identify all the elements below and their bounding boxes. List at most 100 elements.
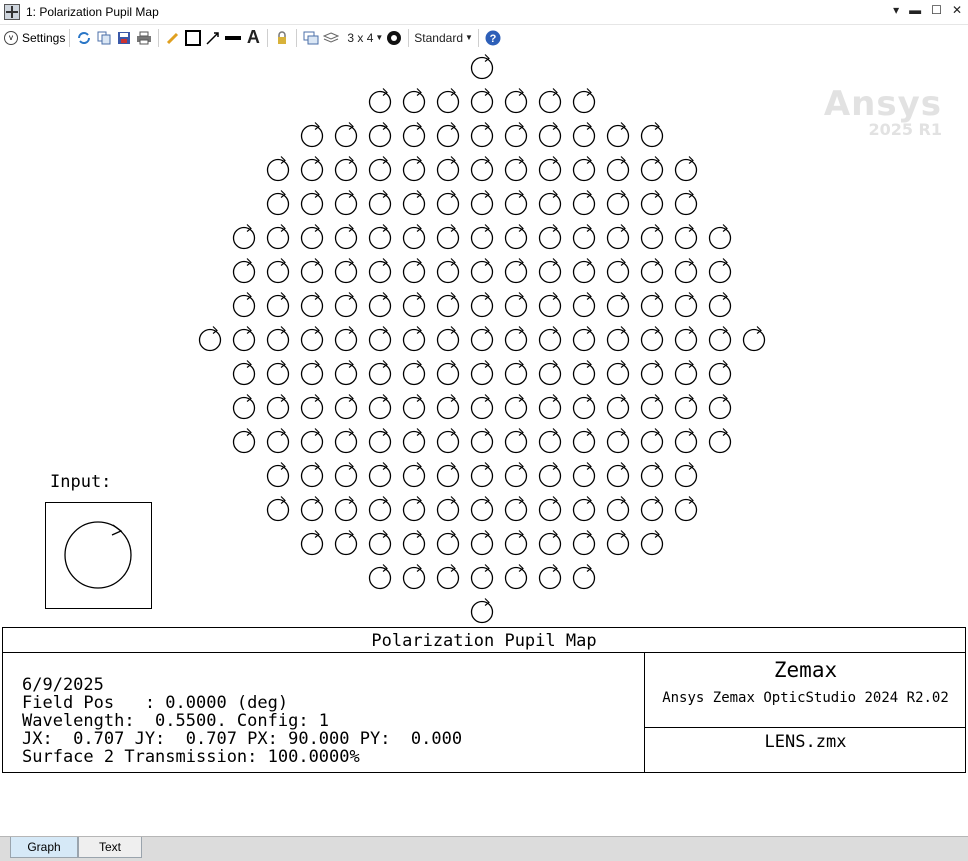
lock-icon[interactable] [273, 28, 291, 48]
polarization-ellipse [334, 258, 358, 284]
window-title: 1: Polarization Pupil Map [26, 5, 159, 19]
settings-button[interactable]: Settings [22, 31, 65, 45]
polarization-ellipse [402, 88, 426, 114]
polarization-ellipse [674, 360, 698, 386]
polarization-ellipse [572, 360, 596, 386]
polarization-ellipse [538, 88, 562, 114]
toolbar-separator [267, 28, 269, 47]
layout-label: 3 x 4 [347, 30, 374, 45]
help-icon[interactable]: ? [484, 28, 502, 48]
polarization-ellipse [572, 496, 596, 522]
polarization-ellipse [504, 360, 528, 386]
copy-icon[interactable] [95, 28, 113, 48]
polarization-ellipse [470, 394, 494, 420]
polarization-ellipse [708, 360, 732, 386]
polarization-ellipse [708, 224, 732, 250]
polarization-ellipse [674, 496, 698, 522]
layout-dropdown[interactable]: 3 x 4 ▼ [347, 28, 383, 48]
polarization-ellipse [300, 530, 324, 556]
rectangle-icon[interactable] [184, 28, 202, 48]
dropdown-icon: ▼ [465, 33, 473, 42]
save-icon[interactable] [115, 28, 133, 48]
polarization-ellipse [436, 530, 460, 556]
polarization-ellipse [470, 54, 494, 80]
polarization-ellipse [334, 292, 358, 318]
polarization-ellipse [266, 258, 290, 284]
info-panel: Polarization Pupil Map 6/9/2025 Field Pos… [2, 627, 966, 773]
polarization-ellipse [504, 258, 528, 284]
pencil-icon[interactable] [164, 28, 182, 48]
polarization-ellipse [640, 258, 664, 284]
polarization-ellipse [538, 326, 562, 352]
polarization-ellipse [504, 292, 528, 318]
polarization-ellipse [606, 428, 630, 454]
polarization-ellipse [470, 530, 494, 556]
refresh-icon[interactable] [75, 28, 93, 48]
polarization-ellipse [674, 326, 698, 352]
polarization-ellipse [504, 224, 528, 250]
polarization-ellipse [674, 258, 698, 284]
svg-text:?: ? [490, 33, 497, 45]
tab-graph[interactable]: Graph [10, 837, 78, 858]
arrow-icon[interactable] [204, 28, 222, 48]
transmission: Surface 2 Transmission: 100.0000% [22, 747, 360, 767]
mode-dropdown[interactable]: Standard ▼ [414, 28, 473, 48]
polarization-ellipse [538, 292, 562, 318]
polarization-ellipse [470, 598, 494, 624]
toolbar-separator [477, 28, 479, 47]
polarization-ellipse [436, 258, 460, 284]
polarization-ellipse [674, 156, 698, 182]
polarization-ellipse [606, 292, 630, 318]
polarization-ellipse [606, 496, 630, 522]
menu-dropdown-icon[interactable]: ▾ [893, 3, 899, 17]
polarization-ellipse [674, 428, 698, 454]
polarization-ellipse [436, 462, 460, 488]
window-icon [4, 4, 20, 20]
polarization-ellipse [470, 224, 494, 250]
polarization-ellipse [436, 394, 460, 420]
polarization-ellipse [300, 190, 324, 216]
polarization-ellipse [572, 156, 596, 182]
polarization-ellipse [266, 156, 290, 182]
polarization-ellipse [538, 496, 562, 522]
windows-icon[interactable] [302, 28, 320, 48]
layers-icon[interactable] [322, 28, 340, 48]
polarization-ellipse [402, 564, 426, 590]
polarization-ellipse [504, 88, 528, 114]
settings-chevron-icon[interactable]: v [4, 30, 18, 45]
input-label: Input: [50, 472, 112, 492]
polarization-ellipse [300, 224, 324, 250]
polarization-ellipse [368, 88, 392, 114]
polarization-ellipse [572, 122, 596, 148]
bottom-tab-bar: Graph Text [0, 836, 968, 861]
text-icon[interactable]: A [244, 27, 262, 48]
minimize-icon[interactable]: ▬ [909, 3, 921, 17]
polarization-ellipse [572, 462, 596, 488]
polarization-ellipse [436, 326, 460, 352]
polarization-ellipse [572, 88, 596, 114]
polarization-ellipse [470, 156, 494, 182]
polarization-ellipse [640, 360, 664, 386]
product-name: Ansys Zemax OpticStudio 2024 R2.02 [662, 690, 949, 706]
polarization-ellipse [538, 224, 562, 250]
print-icon[interactable] [135, 28, 153, 48]
polarization-ellipse [368, 326, 392, 352]
polarization-ellipse [708, 326, 732, 352]
maximize-icon[interactable]: ☐ [931, 3, 942, 17]
line-icon[interactable] [224, 28, 242, 48]
polarization-ellipse [232, 258, 256, 284]
close-icon[interactable]: ✕ [952, 3, 962, 17]
polarization-ellipse [504, 564, 528, 590]
wavelength: Wavelength: 0.5500. Config: 1 [22, 711, 330, 731]
polarization-ellipse [572, 326, 596, 352]
polarization-ellipse [266, 360, 290, 386]
polarization-ellipse [300, 258, 324, 284]
tab-text[interactable]: Text [78, 837, 142, 858]
polarization-ellipse [436, 564, 460, 590]
polarization-ellipse [674, 292, 698, 318]
polarization-ellipse [232, 224, 256, 250]
compass-icon[interactable] [385, 28, 403, 48]
title-bar: 1: Polarization Pupil Map ▾ ▬ ☐ ✕ [0, 0, 968, 25]
polarization-ellipse [436, 496, 460, 522]
polarization-ellipse [470, 564, 494, 590]
